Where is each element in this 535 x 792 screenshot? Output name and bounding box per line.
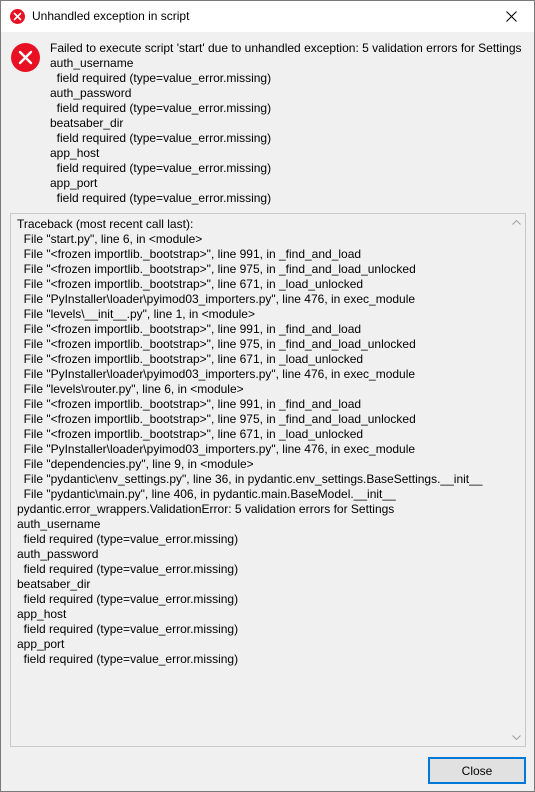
- message-line: Failed to execute script 'start' due to …: [50, 41, 522, 55]
- traceback-line: field required (type=value_error.missing…: [17, 622, 239, 636]
- traceback-line: File "levels\__init__.py", line 1, in <m…: [17, 307, 255, 321]
- scroll-up-arrow-icon[interactable]: [508, 214, 525, 231]
- traceback-line: File "<frozen importlib._bootstrap>", li…: [17, 412, 416, 426]
- traceback-text: Traceback (most recent call last): File …: [17, 217, 507, 667]
- message-line: field required (type=value_error.missing…: [50, 101, 272, 115]
- message-line: field required (type=value_error.missing…: [50, 191, 272, 205]
- traceback-line: File "<frozen importlib._bootstrap>", li…: [17, 262, 416, 276]
- traceback-line: File "levels\router.py", line 6, in <mod…: [17, 382, 244, 396]
- error-dialog: Unhandled exception in script Failed to …: [0, 0, 535, 792]
- traceback-line: File "PyInstaller\loader\pyimod03_import…: [17, 292, 416, 306]
- message-line: app_port: [50, 176, 98, 190]
- traceback-line: File "<frozen importlib._bootstrap>", li…: [17, 337, 416, 351]
- traceback-line: File "<frozen importlib._bootstrap>", li…: [17, 322, 362, 336]
- message-line: auth_username: [50, 56, 134, 70]
- traceback-line: field required (type=value_error.missing…: [17, 562, 239, 576]
- close-button[interactable]: Close: [428, 757, 526, 784]
- traceback-line: File "PyInstaller\loader\pyimod03_import…: [17, 367, 416, 381]
- traceback-line: File "<frozen importlib._bootstrap>", li…: [17, 247, 362, 261]
- traceback-line: auth_password: [17, 547, 99, 561]
- traceback-line: field required (type=value_error.missing…: [17, 592, 239, 606]
- traceback-line: app_port: [17, 637, 65, 651]
- error-message: Failed to execute script 'start' due to …: [50, 41, 530, 206]
- traceback-line: File "<frozen importlib._bootstrap>", li…: [17, 427, 364, 441]
- close-icon[interactable]: [488, 1, 534, 32]
- vertical-scrollbar[interactable]: [508, 214, 525, 746]
- traceback-line: Traceback (most recent call last):: [17, 217, 194, 231]
- error-icon: [10, 9, 25, 24]
- traceback-line: File "PyInstaller\loader\pyimod03_import…: [17, 442, 416, 456]
- scroll-down-arrow-icon[interactable]: [508, 729, 525, 746]
- error-icon: [11, 43, 40, 72]
- traceback-line: File "pydantic\main.py", line 406, in py…: [17, 487, 396, 501]
- traceback-line: File "pydantic\env_settings.py", line 36…: [17, 472, 483, 486]
- traceback-line: File "<frozen importlib._bootstrap>", li…: [17, 277, 364, 291]
- traceback-textbox[interactable]: Traceback (most recent call last): File …: [10, 213, 526, 747]
- traceback-line: auth_username: [17, 517, 101, 531]
- message-line: field required (type=value_error.missing…: [50, 161, 272, 175]
- traceback-line: pydantic.error_wrappers.ValidationError:…: [17, 502, 395, 516]
- traceback-line: File "dependencies.py", line 9, in <modu…: [17, 457, 254, 471]
- message-line: app_host: [50, 146, 100, 160]
- message-line: auth_password: [50, 86, 132, 100]
- message-line: beatsaber_dir: [50, 116, 124, 130]
- traceback-line: field required (type=value_error.missing…: [17, 532, 239, 546]
- traceback-line: File "<frozen importlib._bootstrap>", li…: [17, 352, 364, 366]
- message-line: field required (type=value_error.missing…: [50, 131, 272, 145]
- traceback-line: beatsaber_dir: [17, 577, 91, 591]
- traceback-line: app_host: [17, 607, 67, 621]
- title-bar[interactable]: Unhandled exception in script: [1, 1, 534, 32]
- traceback-line: File "<frozen importlib._bootstrap>", li…: [17, 397, 362, 411]
- traceback-line: field required (type=value_error.missing…: [17, 652, 239, 666]
- message-line: field required (type=value_error.missing…: [50, 71, 272, 85]
- traceback-line: File "start.py", line 6, in <module>: [17, 232, 203, 246]
- window-title: Unhandled exception in script: [32, 9, 190, 23]
